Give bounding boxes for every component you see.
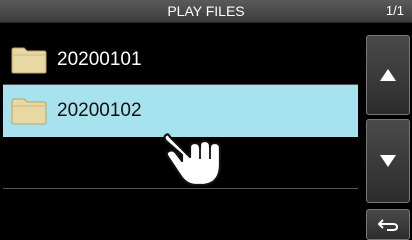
touch-hand-icon: [163, 133, 222, 187]
page-indicator: 1/1: [385, 3, 404, 18]
triangle-up-icon: [380, 69, 396, 81]
file-name: 20200102: [57, 100, 142, 121]
folder-icon: [11, 98, 47, 125]
triangle-down-icon: [380, 155, 396, 167]
empty-row: [3, 189, 358, 240]
scroll-sidebar: [362, 23, 412, 240]
folder-icon: [11, 47, 47, 74]
scroll-down-button[interactable]: [366, 119, 410, 203]
file-list: 20200101 20200102: [0, 23, 362, 240]
return-arrow-icon: [378, 218, 399, 231]
title-bar: PLAY FILES 1/1: [0, 0, 412, 23]
list-item[interactable]: 20200101: [3, 35, 358, 85]
page-title: PLAY FILES: [167, 3, 245, 19]
file-name: 20200101: [57, 49, 142, 70]
scroll-up-button[interactable]: [366, 35, 410, 115]
back-button[interactable]: [366, 209, 410, 240]
